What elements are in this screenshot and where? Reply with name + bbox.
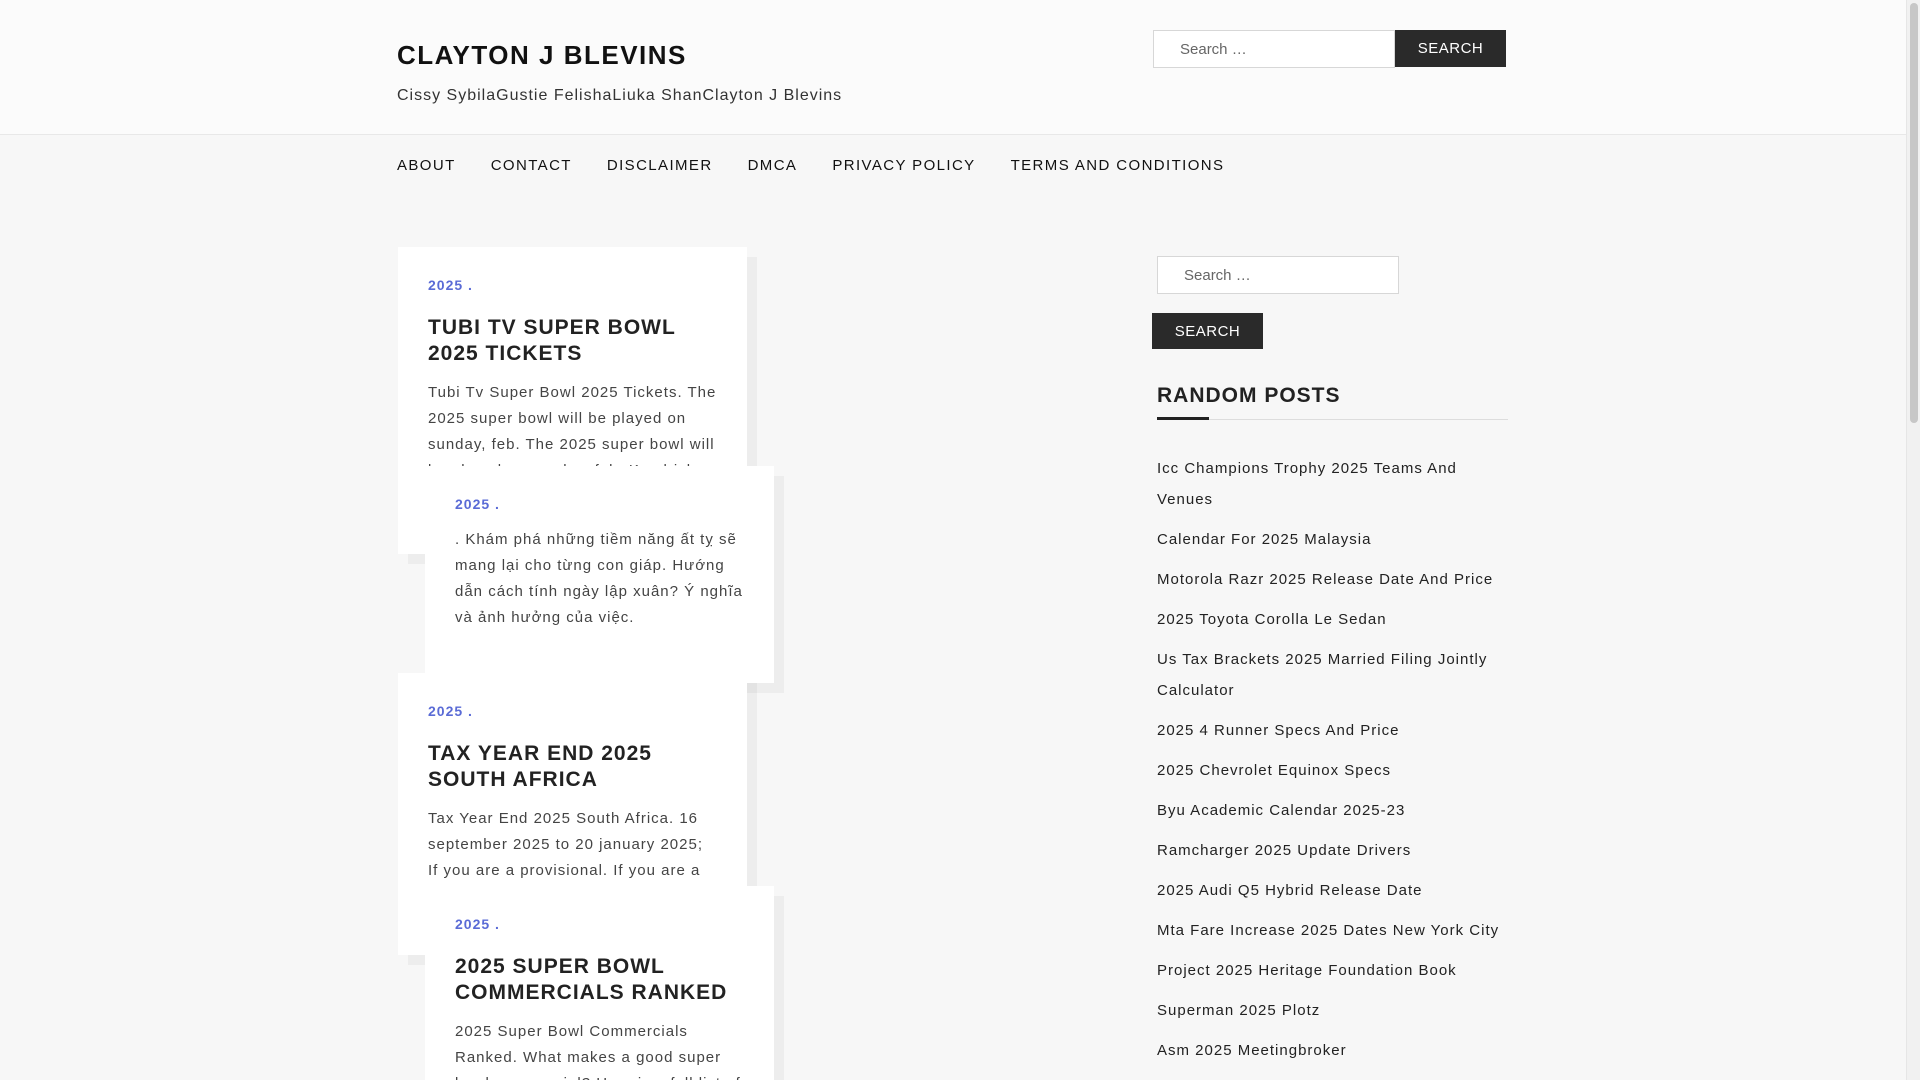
site-description: Cissy SybilaGustie FelishaLiuka ShanClay… — [397, 87, 843, 104]
random-posts-list: Icc Champions Trophy 2025 Teams And Venu… — [1157, 453, 1517, 1075]
post-category[interactable]: 2025 . — [455, 496, 744, 512]
sidebar-search-button[interactable]: SEARCH — [1152, 313, 1263, 349]
random-post-link[interactable]: Byu Academic Calendar 2025-23 — [1157, 795, 1517, 826]
post-card: 2025 . 2025 SUPER BOWL COMMERCIALS RANKE… — [425, 886, 774, 1080]
random-post-link[interactable]: Calendar For 2025 Malaysia — [1157, 524, 1517, 555]
post-category[interactable]: 2025 . — [428, 703, 717, 719]
random-post-link[interactable]: Mta Fare Increase 2025 Dates New York Ci… — [1157, 915, 1517, 946]
header-search-form: SEARCH — [1153, 30, 1506, 68]
page-scrollbar[interactable] — [1906, 0, 1920, 1080]
nav-item-disclaimer[interactable]: DISCLAIMER — [607, 157, 713, 174]
random-post-link[interactable]: Motorola Razr 2025 Release Date And Pric… — [1157, 564, 1517, 595]
random-post-link[interactable]: 2025 4 Runner Specs And Price — [1157, 715, 1517, 746]
post-excerpt: Tax Year End 2025 South Africa. 16 septe… — [428, 810, 704, 879]
random-post-link[interactable]: Asm 2025 Meetingbroker — [1157, 1035, 1517, 1066]
nav-item-about[interactable]: ABOUT — [397, 157, 456, 174]
random-post-link[interactable]: Superman 2025 Plotz — [1157, 995, 1517, 1026]
random-post-link[interactable]: Us Tax Brackets 2025 Married Filing Join… — [1157, 644, 1517, 706]
widget-title: RANDOM POSTS — [1157, 384, 1341, 407]
main-nav: ABOUT CONTACT DISCLAIMER DMCA PRIVACY PO… — [397, 135, 1259, 195]
nav-item-dmca[interactable]: DMCA — [748, 157, 798, 174]
random-post-link[interactable]: Icc Champions Trophy 2025 Teams And Venu… — [1157, 453, 1517, 515]
random-post-link[interactable]: Ramcharger 2025 Update Drivers — [1157, 835, 1517, 866]
widget-title-underline — [1157, 417, 1209, 420]
post-title[interactable]: TUBI TV SUPER BOWL 2025 TICKETS — [428, 315, 717, 367]
widget-divider — [1157, 419, 1508, 420]
post-title[interactable]: 2025 SUPER BOWL COMMERCIALS RANKED — [455, 954, 744, 1006]
header-search-input[interactable] — [1153, 30, 1395, 68]
random-post-link[interactable]: 2025 Chevrolet Equinox Specs — [1157, 755, 1517, 786]
scrollbar-thumb[interactable] — [1910, 3, 1918, 423]
post-excerpt: 2025 Super Bowl Commercials Ranked. What… — [455, 1023, 740, 1080]
post-title[interactable]: TAX YEAR END 2025 SOUTH AFRICA — [428, 741, 717, 793]
post-card: 2025 . . Khám phá những tiềm năng ất tỵ … — [425, 466, 774, 683]
sidebar-search-input[interactable] — [1157, 256, 1399, 294]
header-search-button[interactable]: SEARCH — [1395, 30, 1506, 67]
post-category[interactable]: 2025 . — [455, 916, 744, 932]
nav-item-privacy-policy[interactable]: PRIVACY POLICY — [832, 157, 975, 174]
post-excerpt: . Khám phá những tiềm năng ất tỵ sẽ mang… — [455, 531, 743, 626]
nav-item-contact[interactable]: CONTACT — [491, 157, 572, 174]
random-post-link[interactable]: 2025 Audi Q5 Hybrid Release Date — [1157, 875, 1517, 906]
post-category[interactable]: 2025 . — [428, 277, 717, 293]
nav-item-terms-and-conditions[interactable]: TERMS AND CONDITIONS — [1011, 157, 1225, 174]
site-title[interactable]: CLAYTON J BLEVINS — [397, 40, 687, 71]
random-post-link[interactable]: Project 2025 Heritage Foundation Book — [1157, 955, 1517, 986]
random-post-link[interactable]: 2025 Toyota Corolla Le Sedan — [1157, 604, 1517, 635]
site-header: CLAYTON J BLEVINS Cissy SybilaGustie Fel… — [0, 0, 1906, 135]
sidebar-search-form — [1157, 256, 1399, 294]
